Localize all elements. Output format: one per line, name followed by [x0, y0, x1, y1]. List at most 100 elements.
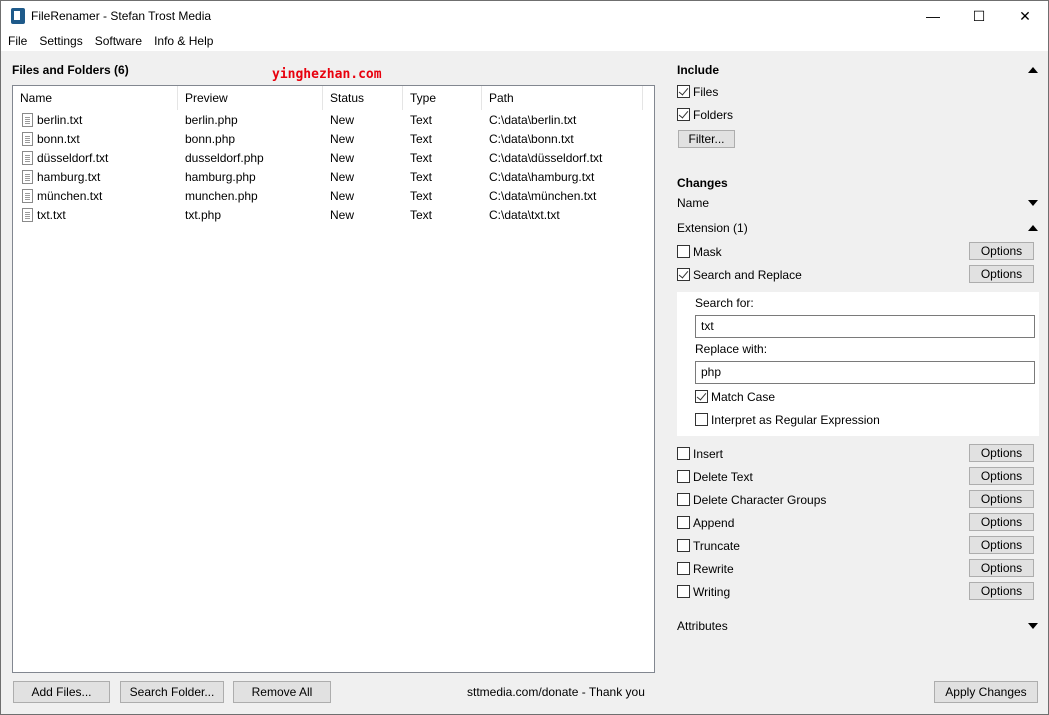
menu-settings[interactable]: Settings	[32, 34, 87, 48]
truncate-options-button[interactable]: Options	[969, 536, 1034, 554]
list-header: Name Preview Status Type Path	[13, 86, 654, 110]
delete-text-checkbox[interactable]	[677, 470, 690, 483]
column-header-status[interactable]: Status	[323, 86, 403, 110]
attributes-section-label[interactable]: Attributes	[677, 619, 728, 633]
cell-preview: bonn.php	[185, 132, 236, 146]
remove-all-button[interactable]: Remove All	[233, 681, 331, 703]
table-row[interactable]: düsseldorf.txt dusseldorf.php New Text C:\da…	[13, 149, 654, 168]
folders-checkbox[interactable]	[677, 108, 690, 121]
cell-status: New	[330, 151, 355, 165]
cell-path: C:\data\txt.txt	[489, 208, 560, 222]
match-case-label[interactable]: Match Case	[711, 390, 775, 404]
column-header-name[interactable]: Name	[13, 86, 178, 110]
table-row[interactable]: münchen.txt munchen.php New Text C:\data\mün…	[13, 187, 654, 206]
rewrite-checkbox[interactable]	[677, 562, 690, 575]
options-panel: Include Files Folders Filter... Changes …	[661, 53, 1049, 713]
cell-path: C:\data\düsseldorf.txt	[489, 151, 603, 165]
truncate-label[interactable]: Truncate	[693, 539, 740, 553]
search-for-label: Search for:	[695, 296, 754, 310]
close-button[interactable]: ✕	[1002, 1, 1048, 31]
append-options-button[interactable]: Options	[969, 513, 1034, 531]
table-row[interactable]: txt.txt txt.php New Text C:\data\txt.txt	[13, 206, 654, 225]
replace-with-input[interactable]: php	[695, 361, 1035, 384]
delete-text-options-button[interactable]: Options	[969, 467, 1034, 485]
cell-type: Text	[410, 132, 433, 146]
writing-options-button[interactable]: Options	[969, 582, 1034, 600]
append-checkbox[interactable]	[677, 516, 690, 529]
cell-path: C:\data\münchen.txt	[489, 189, 597, 203]
search-replace-panel: Search for: txt Replace with: php Match …	[677, 292, 1039, 436]
insert-options-button[interactable]: Options	[969, 444, 1034, 462]
search-for-input[interactable]: txt	[695, 315, 1035, 338]
regex-checkbox[interactable]	[695, 413, 708, 426]
mask-checkbox[interactable]	[677, 245, 690, 258]
column-header-path[interactable]: Path	[482, 86, 643, 110]
mask-label[interactable]: Mask	[693, 245, 722, 259]
name-section-label[interactable]: Name	[677, 196, 709, 210]
menu-bar: File Settings Software Info & Help	[1, 31, 1048, 51]
folders-checkbox-label[interactable]: Folders	[693, 108, 733, 122]
minimize-button[interactable]: —	[910, 1, 956, 31]
rewrite-options-button[interactable]: Options	[969, 559, 1034, 577]
table-row[interactable]: hamburg.txt hamburg.php New Text C:\data\ham…	[13, 168, 654, 187]
expand-name-icon[interactable]	[1028, 200, 1038, 206]
files-checkbox-label[interactable]: Files	[693, 85, 718, 99]
cell-name: hamburg.txt	[37, 170, 101, 184]
collapse-extension-icon[interactable]	[1028, 225, 1038, 231]
cell-name: münchen.txt	[37, 189, 103, 203]
include-title: Include	[677, 63, 720, 77]
truncate-checkbox[interactable]	[677, 539, 690, 552]
cell-preview: munchen.php	[185, 189, 258, 203]
search-replace-label[interactable]: Search and Replace	[693, 268, 802, 282]
delete-text-label[interactable]: Delete Text	[693, 470, 753, 484]
file-icon	[22, 113, 33, 127]
delete-character-groups-checkbox[interactable]	[677, 493, 690, 506]
rewrite-label[interactable]: Rewrite	[693, 562, 734, 576]
table-row[interactable]: berlin.txt berlin.php New Text C:\data\berli…	[13, 111, 654, 130]
cell-status: New	[330, 189, 355, 203]
add-files-button[interactable]: Add Files...	[13, 681, 110, 703]
search-replace-checkbox[interactable]	[677, 268, 690, 281]
mask-options-button[interactable]: Options	[969, 242, 1034, 260]
collapse-include-icon[interactable]	[1028, 67, 1038, 73]
cell-type: Text	[410, 151, 433, 165]
column-header-type[interactable]: Type	[403, 86, 482, 110]
cell-type: Text	[410, 113, 433, 127]
menu-file[interactable]: File	[1, 34, 32, 48]
delete-character-groups-options-button[interactable]: Options	[969, 490, 1034, 508]
cell-status: New	[330, 208, 355, 222]
insert-label[interactable]: Insert	[693, 447, 723, 461]
maximize-button[interactable]: ☐	[956, 1, 1002, 31]
expand-attributes-icon[interactable]	[1028, 623, 1038, 629]
filter-button[interactable]: Filter...	[678, 130, 735, 148]
cell-status: New	[330, 170, 355, 184]
search-folder-button[interactable]: Search Folder...	[120, 681, 224, 703]
cell-path: C:\data\berlin.txt	[489, 113, 577, 127]
menu-info-help[interactable]: Info & Help	[147, 34, 218, 48]
watermark-text: yinghezhan.com	[272, 67, 382, 82]
delete-character-groups-label[interactable]: Delete Character Groups	[693, 493, 826, 507]
writing-label[interactable]: Writing	[693, 585, 730, 599]
file-list[interactable]: Name Preview Status Type Path berlin.txt…	[12, 85, 655, 673]
file-icon	[22, 170, 33, 184]
donate-link[interactable]: sttmedia.com/donate - Thank you	[467, 685, 645, 699]
file-icon	[22, 151, 33, 165]
cell-preview: berlin.php	[185, 113, 238, 127]
cell-type: Text	[410, 170, 433, 184]
menu-software[interactable]: Software	[88, 34, 147, 48]
files-checkbox[interactable]	[677, 85, 690, 98]
file-icon	[22, 189, 33, 203]
append-label[interactable]: Append	[693, 516, 734, 530]
writing-checkbox[interactable]	[677, 585, 690, 598]
search-replace-options-button[interactable]: Options	[969, 265, 1034, 283]
extension-section-label[interactable]: Extension (1)	[677, 221, 748, 235]
files-panel-title: Files and Folders (6)	[12, 63, 129, 77]
window-title: FileRenamer - Stefan Trost Media	[31, 9, 212, 23]
cell-type: Text	[410, 208, 433, 222]
match-case-checkbox[interactable]	[695, 390, 708, 403]
cell-path: C:\data\bonn.txt	[489, 132, 574, 146]
regex-label[interactable]: Interpret as Regular Expression	[711, 413, 880, 427]
table-row[interactable]: bonn.txt bonn.php New Text C:\data\bonn.txt	[13, 130, 654, 149]
column-header-preview[interactable]: Preview	[178, 86, 323, 110]
insert-checkbox[interactable]	[677, 447, 690, 460]
